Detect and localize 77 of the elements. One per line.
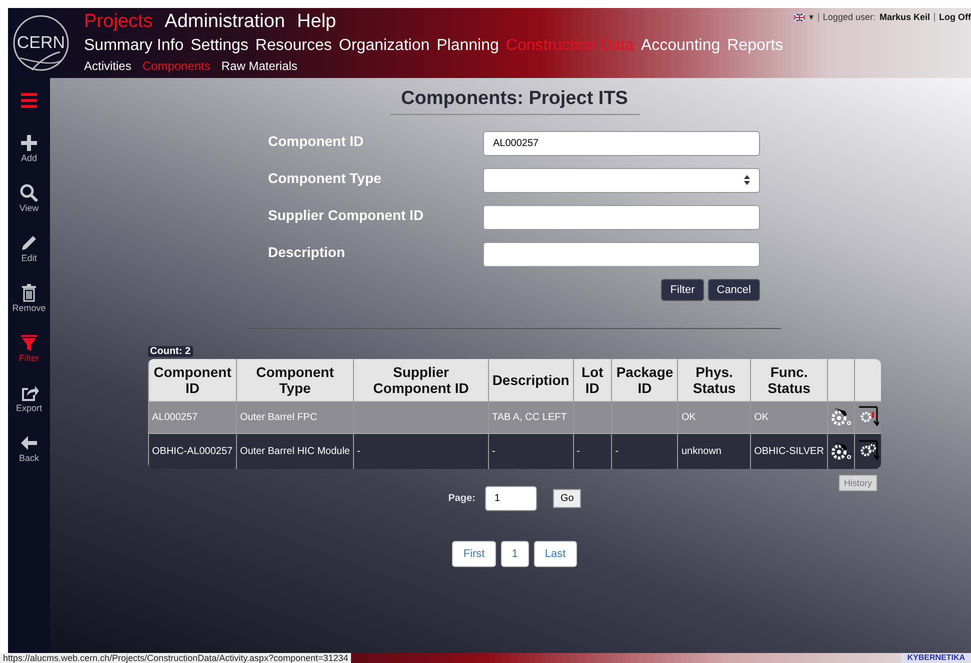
status-url: https://alucms.web.cern.ch/Projects/ConstructionData/Activity.aspx?component=31234 — [0, 653, 352, 663]
company-logo[interactable]: KYBERNETIKA — [901, 653, 971, 663]
nav-link[interactable]: Summary Info — [84, 37, 184, 55]
table-cell: - — [488, 433, 574, 468]
table-cell: OBHIC-SILVER — [750, 433, 828, 468]
sidebar-item[interactable]: Edit — [9, 233, 49, 283]
page-title: Components: Project ITS — [390, 88, 640, 115]
pagination-link[interactable]: First — [452, 540, 496, 566]
gear-wrench-icon[interactable] — [830, 406, 852, 426]
dropdown-caret-icon — [744, 174, 750, 186]
column-header: Package ID — [612, 359, 678, 401]
gear-arrow-icon[interactable] — [857, 406, 879, 426]
nav-link[interactable]: Help — [297, 11, 336, 33]
table-cell: AL000257 — [148, 401, 236, 433]
table-cell: Outer Barrel HIC Module — [236, 433, 354, 468]
dropdown-field[interactable] — [483, 168, 760, 193]
table-row[interactable]: OBHIC-AL000257 Outer Barrel HIC Module - - - - unknown OBHIC-SILVER — [148, 433, 881, 468]
nav-link[interactable]: Accounting — [640, 37, 720, 55]
action-button[interactable]: Cancel — [708, 279, 760, 301]
user-name: Markus Keil — [879, 12, 930, 22]
table-cell: TAB A, CC LEFT — [488, 401, 574, 433]
column-header: Component ID — [148, 359, 236, 401]
column-header: Component Type — [236, 359, 354, 401]
nav-link[interactable]: Planning — [436, 37, 499, 55]
input-field[interactable] — [483, 242, 760, 267]
page-input[interactable]: 1 — [485, 486, 538, 510]
table-cell: unknown — [678, 433, 751, 468]
go-button[interactable]: Go — [553, 488, 581, 508]
flag-icon[interactable] — [794, 14, 805, 20]
table-cell: OBHIC-AL000257 — [148, 433, 236, 468]
sidebar-item[interactable]: Export — [9, 383, 49, 433]
subnav-link[interactable]: Activities — [84, 58, 132, 72]
pencil-icon — [19, 233, 39, 253]
gear-wrench-icon[interactable] — [830, 440, 852, 460]
subnav-link[interactable]: Components — [142, 58, 210, 72]
nav-link[interactable]: Settings — [190, 37, 248, 55]
table-cell: OK — [750, 401, 828, 433]
trash-icon — [19, 283, 39, 303]
nav-link[interactable]: Resources — [255, 37, 332, 55]
gear-arrow-icon[interactable] — [857, 440, 879, 460]
language-caret[interactable]: ▾ — [808, 12, 814, 22]
nav-link[interactable]: Projects — [84, 11, 153, 33]
logoff-link[interactable]: Log Off — [939, 12, 971, 22]
table-cell: Outer Barrel FPC — [236, 401, 354, 433]
input-field[interactable]: AL000257 — [483, 131, 760, 156]
sidebar-item[interactable]: Filter — [9, 333, 49, 383]
sidebar-item[interactable]: View — [9, 183, 49, 233]
column-header: Lot ID — [573, 359, 612, 401]
nav-link[interactable]: Organization — [338, 37, 430, 55]
input-field[interactable] — [483, 205, 760, 230]
table-cell: - — [573, 433, 612, 468]
search-icon — [19, 183, 39, 203]
table-cell: - — [354, 433, 488, 468]
table-cell: OK — [678, 401, 751, 433]
plus-icon — [19, 133, 39, 153]
pagination-link[interactable]: 1 — [500, 540, 529, 566]
record-count: Count: 2 — [148, 346, 193, 357]
field-label: Component ID — [268, 132, 365, 151]
column-header: Supplier Component ID — [354, 359, 488, 401]
page-label: Page: — [448, 492, 476, 504]
table-cell: - — [612, 433, 678, 468]
column-header: Description — [488, 359, 574, 401]
field-label: Component Type — [268, 169, 382, 188]
sidebar-item[interactable]: Remove — [9, 283, 49, 333]
column-header: Phys. Status — [678, 359, 751, 401]
filter-icon — [19, 333, 39, 353]
pagination-link[interactable]: Last — [534, 540, 577, 566]
action-button[interactable]: Filter — [661, 279, 704, 301]
column-header: Func. Status — [750, 359, 828, 401]
nav-link[interactable]: Administration — [164, 11, 286, 33]
sidebar-item[interactable]: Add — [9, 133, 49, 183]
sidebar-item[interactable]: Back — [9, 433, 49, 483]
menu-icon[interactable] — [19, 90, 39, 110]
field-label: Supplier Component ID — [268, 206, 425, 225]
field-label: Description — [268, 243, 346, 262]
subnav-link[interactable]: Raw Materials — [221, 58, 298, 72]
user-label: Logged user: — [822, 12, 876, 22]
